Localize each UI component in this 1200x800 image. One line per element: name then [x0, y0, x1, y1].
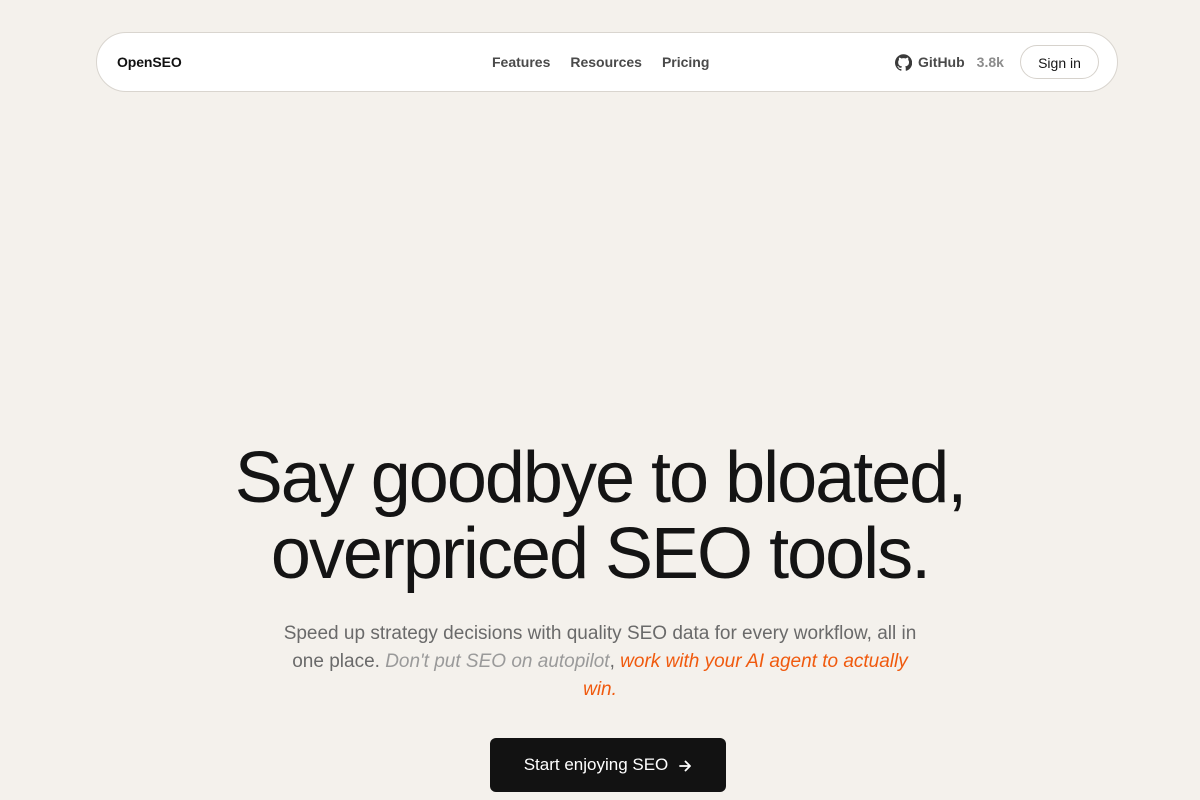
hero-subtext-muted: Don't put SEO on autopilot [385, 651, 610, 672]
github-icon [895, 53, 913, 71]
nav-links: Features Resources Pricing [492, 33, 709, 91]
nav-link-resources[interactable]: Resources [570, 54, 642, 70]
hero-subtext: Speed up strategy decisions with quality… [275, 620, 925, 704]
start-enjoying-seo-button[interactable]: Start enjoying SEO [490, 738, 726, 792]
github-stars-count: 3.8k [976, 54, 1004, 70]
github-link[interactable]: GitHub 3.8k [895, 33, 1004, 91]
hero-headline: Say goodbye to bloated, overpriced SEO t… [0, 440, 1200, 592]
top-navbar: OpenSEO Features Resources Pricing GitHu… [96, 32, 1118, 92]
nav-link-pricing[interactable]: Pricing [662, 54, 709, 70]
nav-link-features[interactable]: Features [492, 54, 550, 70]
arrow-right-icon [678, 758, 692, 772]
sign-in-button[interactable]: Sign in [1020, 45, 1099, 79]
hero-subtext-accent: work with your AI agent to actually win. [583, 651, 908, 700]
brand-logo[interactable]: OpenSEO [117, 33, 182, 91]
cta-label: Start enjoying SEO [523, 755, 669, 774]
github-label: GitHub [918, 54, 965, 70]
hero-subtext-comma: , [609, 651, 615, 672]
hero-headline-line-1: Say goodbye to bloated, [234, 438, 968, 518]
hero-section: Say goodbye to bloated, overpriced SEO t… [0, 440, 1200, 704]
hero-headline-line-2: overpriced SEO tools. [270, 514, 931, 594]
